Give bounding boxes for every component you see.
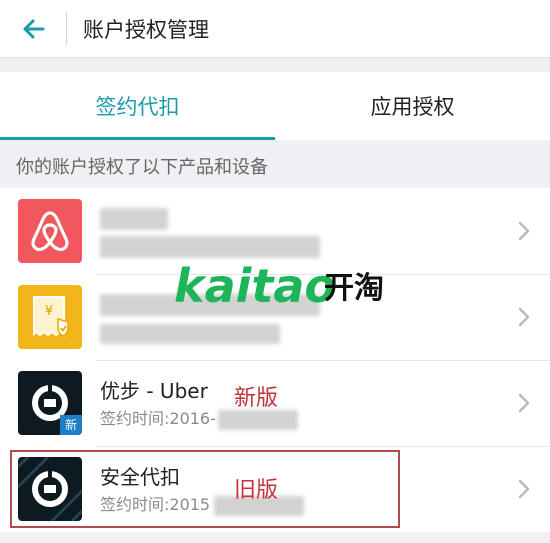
item-text: 优步 - Uber 签约时间:2016- xyxy=(100,378,216,430)
kaitao-logo-icon: kaitao 开淘 xyxy=(174,259,384,313)
uber-logo: 新 xyxy=(18,371,82,435)
highlight-frame xyxy=(10,450,400,528)
receipt-logo: ¥ xyxy=(18,285,82,349)
back-arrow-icon xyxy=(23,19,45,38)
new-badge: 新 xyxy=(60,415,82,435)
app-header: 账户授权管理 xyxy=(0,0,550,58)
item-date: 签约时间:2016- xyxy=(100,409,216,428)
list-item-uber-new[interactable]: 新 优步 - Uber 签约时间:2016- 新版 xyxy=(0,360,550,446)
item-name: 优步 - Uber xyxy=(100,379,208,403)
page-title: 账户授权管理 xyxy=(83,17,209,42)
blurred-date xyxy=(100,324,280,344)
airbnb-icon xyxy=(31,211,69,252)
chevron-right-icon xyxy=(518,221,530,241)
receipt-icon: ¥ xyxy=(33,296,69,337)
section-label: 你的账户授权了以下产品和设备 xyxy=(16,157,268,178)
back-button[interactable] xyxy=(0,0,66,58)
blurred-name xyxy=(100,208,168,230)
tab-bar: 签约代扣 应用授权 xyxy=(0,72,550,140)
version-tag-new: 新版 xyxy=(234,386,279,411)
chevron-right-icon xyxy=(518,307,530,327)
tab-signed-debit[interactable]: 签约代扣 xyxy=(0,72,275,140)
watermark-text: kaitao xyxy=(174,259,336,313)
svg-text:¥: ¥ xyxy=(45,304,53,319)
tab-app-authorization[interactable]: 应用授权 xyxy=(275,72,550,140)
airbnb-logo xyxy=(18,199,82,263)
blurred-date-tail xyxy=(218,410,298,430)
kaitao-watermark-logo: kaitao 开淘 xyxy=(172,252,392,318)
watermark-han: 开淘 xyxy=(324,271,384,306)
chevron-right-icon xyxy=(518,393,530,413)
chevron-right-icon xyxy=(518,479,530,499)
header-divider xyxy=(66,11,67,46)
